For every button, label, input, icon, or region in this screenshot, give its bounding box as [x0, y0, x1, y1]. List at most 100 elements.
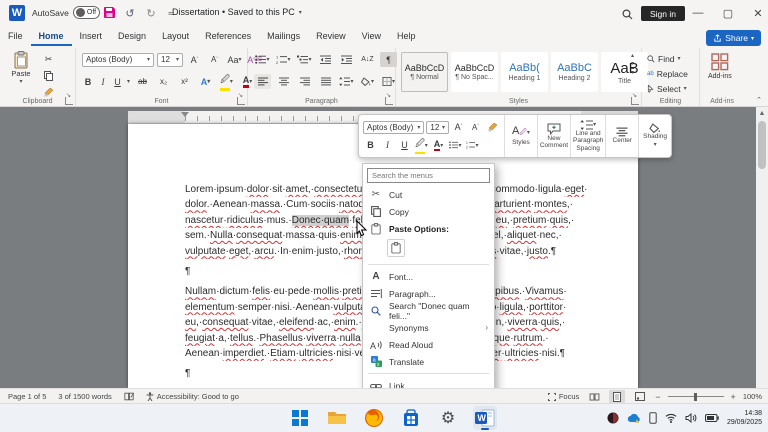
italic-button[interactable]: I: [98, 74, 108, 89]
shading-button[interactable]: ▾: [359, 74, 376, 89]
tab-review[interactable]: Review: [308, 27, 354, 44]
underline-options-chevron-icon[interactable]: ▾: [127, 78, 130, 85]
align-right-button[interactable]: [296, 74, 313, 89]
mini-font-size-combobox[interactable]: 12 ▾: [426, 120, 449, 134]
bullets-button[interactable]: ▾: [254, 52, 271, 67]
microsoft-store-icon[interactable]: [399, 406, 423, 430]
context-menu-item-read-aloud[interactable]: A Read Aloud: [363, 336, 494, 353]
sign-in-button[interactable]: Sign in: [641, 6, 685, 21]
close-button[interactable]: ✕: [743, 0, 768, 26]
context-menu-item-translate[interactable]: a x Translate: [363, 353, 494, 370]
tab-references[interactable]: References: [197, 27, 259, 44]
mini-format-painter-button[interactable]: [485, 120, 500, 135]
tab-help[interactable]: Help: [389, 27, 424, 44]
focus-mode-button[interactable]: Focus: [547, 392, 579, 401]
first-line-indent-marker[interactable]: [181, 112, 189, 121]
font-name-combobox[interactable]: Aptos (Body) ▾: [82, 52, 154, 67]
align-left-button[interactable]: [254, 74, 271, 89]
volume-icon[interactable]: [685, 413, 697, 423]
styles-dialog-launcher-icon[interactable]: [631, 92, 639, 105]
style--no-spac-[interactable]: AaBbCcD ¶ No Spac...: [451, 52, 498, 92]
accessibility-status[interactable]: Accessibility: Good to go: [146, 392, 239, 401]
document-title[interactable]: Dissertation • Saved to this PC ▾: [172, 7, 302, 17]
start-button[interactable]: [288, 406, 312, 430]
minimize-button[interactable]: —: [683, 0, 713, 26]
grow-font-button[interactable]: Aˆ: [186, 52, 203, 67]
tab-home[interactable]: Home: [30, 27, 72, 46]
justify-button[interactable]: [317, 74, 334, 89]
mini-shrink-font-button[interactable]: Aˇ: [468, 120, 483, 135]
mini-styles-button[interactable]: A🖉▾ Styles: [505, 115, 538, 157]
text-highlight-button[interactable]: 🖉 ▾: [218, 74, 235, 91]
mini-font-color-button[interactable]: A ▾: [431, 138, 446, 153]
sort-button[interactable]: A↓Z: [359, 52, 376, 67]
web-layout-view-button[interactable]: [632, 390, 648, 403]
text-effects-button[interactable]: A ▾: [197, 74, 214, 89]
tab-file[interactable]: File: [0, 27, 31, 44]
select-button[interactable]: Select ▾: [647, 82, 688, 95]
undo-button[interactable]: ↺: [122, 5, 138, 21]
style-heading-2[interactable]: AaBbC Heading 2: [551, 52, 598, 92]
mini-grow-font-button[interactable]: Aˆ: [451, 120, 466, 135]
scroll-up-icon[interactable]: ▲: [756, 107, 768, 119]
zoom-out-button[interactable]: −: [655, 392, 660, 402]
onedrive-icon[interactable]: [627, 413, 641, 424]
strikethrough-button[interactable]: ab: [134, 74, 151, 89]
styles-more-icon[interactable]: ▾: [630, 68, 634, 76]
styles-scroll-down-icon[interactable]: ▾: [631, 60, 634, 67]
mini-center-button[interactable]: Center: [606, 115, 640, 157]
context-menu-item-cut[interactable]: ✂ Cut: [363, 186, 494, 203]
cut-button[interactable]: ✂: [40, 52, 57, 67]
context-menu-item-copy[interactable]: Copy: [363, 203, 494, 220]
superscript-button[interactable]: x²: [176, 74, 193, 89]
styles-scroll-up-icon[interactable]: ▴: [631, 52, 634, 59]
share-button[interactable]: Share ▾: [706, 30, 761, 46]
settings-icon[interactable]: ⚙: [436, 406, 460, 430]
subscript-button[interactable]: x₂: [155, 74, 172, 89]
battery-icon[interactable]: [704, 414, 719, 422]
mini-shading-button[interactable]: Shading ▾: [639, 115, 671, 157]
multilevel-list-button[interactable]: ▾: [296, 52, 313, 67]
tab-insert[interactable]: Insert: [72, 27, 111, 44]
decrease-indent-button[interactable]: [317, 52, 334, 67]
autosave-toggle[interactable]: Off: [72, 6, 100, 19]
context-menu-item-search-donec-quam-feli[interactable]: Search "Donec quam feli...": [363, 301, 494, 321]
mini-line-spacing-button[interactable]: ▾ Line and Paragraph Spacing: [571, 115, 607, 157]
wifi-icon[interactable]: [665, 413, 677, 423]
keep-source-formatting-paste-button[interactable]: [387, 239, 405, 257]
mini-bold-button[interactable]: B: [363, 138, 378, 153]
style--normal[interactable]: AaBbCcD ¶ Normal: [401, 52, 448, 92]
mini-underline-button[interactable]: U: [397, 138, 412, 153]
find-button[interactable]: Find ▾: [647, 52, 688, 65]
autosave-control[interactable]: AutoSave Off: [32, 6, 100, 19]
tab-view[interactable]: View: [354, 27, 389, 44]
clipboard-dialog-launcher-icon[interactable]: [65, 92, 73, 105]
word-taskbar-icon[interactable]: W: [473, 406, 497, 430]
shrink-font-button[interactable]: Aˇ: [206, 52, 223, 67]
bold-button[interactable]: B: [82, 74, 94, 89]
borders-button[interactable]: ▾: [380, 74, 397, 89]
change-case-button[interactable]: Aa ▾: [226, 52, 243, 67]
redo-button[interactable]: ↻: [143, 5, 159, 21]
scrollbar-thumb[interactable]: [758, 121, 766, 169]
style-title[interactable]: AaB Title: [601, 52, 648, 92]
addins-button[interactable]: Add-ins: [708, 53, 732, 80]
context-menu-item-synonyms[interactable]: Synonyms ›: [363, 319, 494, 336]
tab-mailings[interactable]: Mailings: [259, 27, 308, 44]
show-formatting-marks-button[interactable]: ¶: [380, 52, 397, 67]
vertical-scrollbar[interactable]: ▲: [756, 107, 768, 388]
mini-italic-button[interactable]: I: [380, 138, 395, 153]
collapse-ribbon-icon[interactable]: ⌃: [756, 96, 762, 104]
file-explorer-icon[interactable]: [325, 406, 349, 430]
zoom-slider[interactable]: [667, 392, 724, 401]
proofing-status-icon[interactable]: [124, 392, 134, 401]
save-button[interactable]: [103, 6, 116, 19]
maximize-button[interactable]: ▢: [713, 0, 743, 26]
mini-numbering-button[interactable]: 1 2 ▾: [465, 138, 480, 153]
word-count-indicator[interactable]: 3 of 1500 words: [58, 392, 111, 401]
style-heading-1[interactable]: AaBb(Heading 1: [501, 52, 548, 92]
phone-link-icon[interactable]: [649, 412, 657, 424]
paragraph-dialog-launcher-icon[interactable]: [385, 92, 393, 105]
context-menu-item-paragraph[interactable]: Paragraph...: [363, 285, 494, 302]
format-painter-button[interactable]: [40, 84, 57, 99]
